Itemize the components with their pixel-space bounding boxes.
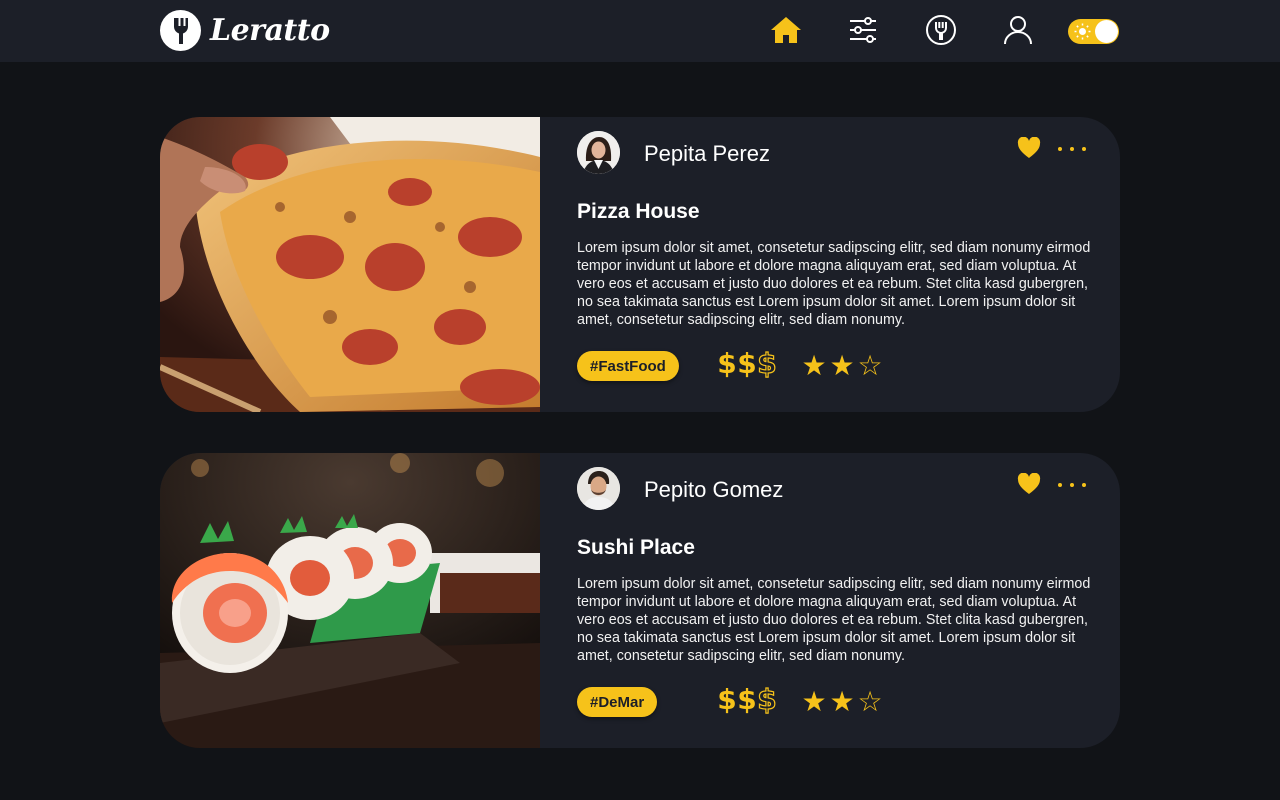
sushi-photo[interactable] xyxy=(160,453,540,748)
star-rating: ★ ★ ☆ xyxy=(800,349,884,382)
author-name[interactable]: Pepito Gomez xyxy=(644,477,783,503)
dollar-icon: $ xyxy=(757,346,778,380)
star-icon: ★ xyxy=(829,349,855,382)
theme-toggle[interactable] xyxy=(1068,19,1119,44)
nav-profile-button[interactable] xyxy=(1001,13,1035,47)
dollar-icon: $ xyxy=(717,683,737,716)
dollar-icon: $ xyxy=(737,347,757,380)
dollar-icon: $ xyxy=(757,682,778,716)
user-icon xyxy=(1004,16,1032,45)
star-icon: ★ xyxy=(801,685,827,718)
tag-badge[interactable]: #FastFood xyxy=(577,351,679,381)
more-options-icon[interactable] xyxy=(1058,477,1088,493)
post-description: Lorem ipsum dolor sit amet, consetetur s… xyxy=(577,576,1091,664)
dollar-icon: $ xyxy=(717,347,737,380)
pizza-photo[interactable] xyxy=(160,117,540,412)
star-icon: ☆ xyxy=(857,685,883,718)
nav-home-button[interactable] xyxy=(769,13,803,47)
fork-logo-icon xyxy=(160,10,201,51)
star-icon: ☆ xyxy=(857,349,883,382)
star-icon: ★ xyxy=(829,685,855,718)
post-card[interactable]: Pepita Perez Pizza House Lorem ipsum dol… xyxy=(160,117,1120,412)
filters-icon xyxy=(850,17,876,43)
heart-icon[interactable] xyxy=(1017,473,1041,495)
nav-restaurants-button[interactable] xyxy=(924,13,958,47)
price-rating: $ $ $ xyxy=(717,682,778,716)
price-rating: $ $ $ xyxy=(717,346,778,380)
app-name: Leratto xyxy=(210,13,330,48)
star-icon: ★ xyxy=(801,349,827,382)
dollar-icon: $ xyxy=(737,683,757,716)
top-nav-bar: Leratto xyxy=(0,0,1280,62)
sun-icon xyxy=(1074,23,1091,40)
author-name[interactable]: Pepita Perez xyxy=(644,141,770,167)
star-rating: ★ ★ ☆ xyxy=(800,685,884,718)
post-card[interactable]: Pepito Gomez Sushi Place Lorem ipsum dol… xyxy=(160,453,1120,748)
restaurant-icon xyxy=(926,15,956,45)
restaurant-title[interactable]: Pizza House xyxy=(577,200,700,224)
tag-badge[interactable]: #DeMar xyxy=(577,687,658,717)
more-options-icon[interactable] xyxy=(1058,141,1088,157)
post-description: Lorem ipsum dolor sit amet, consetetur s… xyxy=(577,240,1091,328)
author-avatar[interactable] xyxy=(577,467,620,510)
nav-filters-button[interactable] xyxy=(846,13,880,47)
author-avatar[interactable] xyxy=(577,131,620,174)
home-icon xyxy=(771,17,801,43)
heart-icon[interactable] xyxy=(1017,137,1041,159)
toggle-knob xyxy=(1095,20,1118,43)
app-logo[interactable]: Leratto xyxy=(160,10,330,51)
restaurant-title[interactable]: Sushi Place xyxy=(577,536,695,560)
